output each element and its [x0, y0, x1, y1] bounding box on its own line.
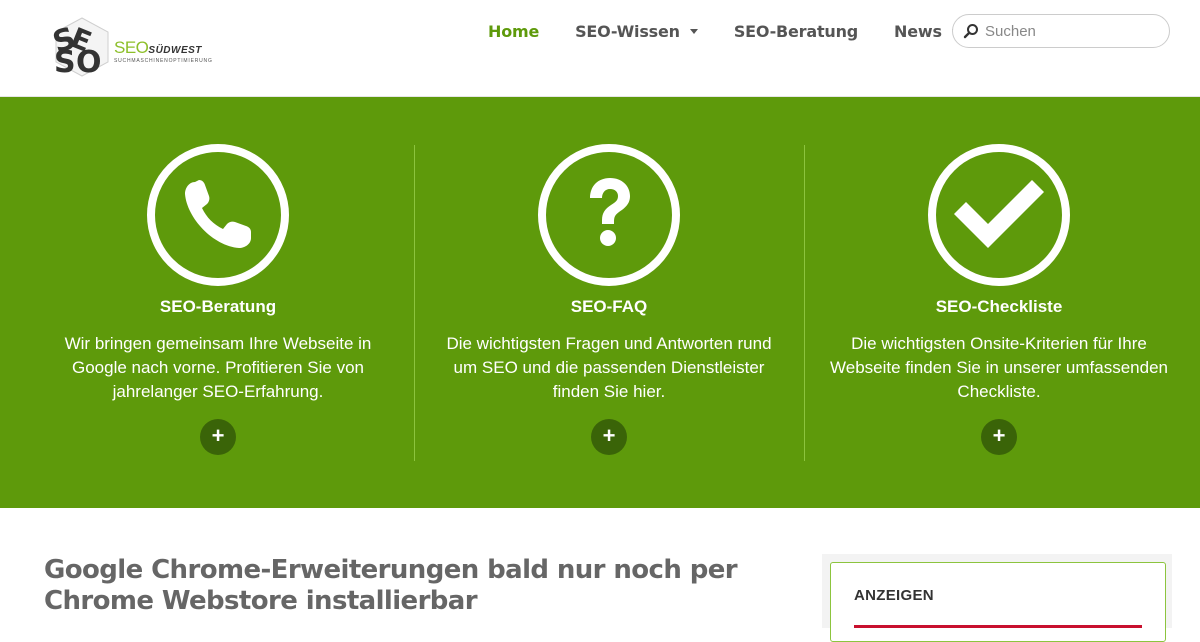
- feature-title: SEO-FAQ: [570, 297, 648, 316]
- phone-glyph: [185, 180, 251, 248]
- search-box: [952, 14, 1170, 48]
- logo-brand: SEOSÜDWEST: [114, 38, 202, 58]
- chevron-down-icon: [689, 29, 698, 34]
- article-title[interactable]: Google Chrome-Erweiterungen bald nur noc…: [44, 555, 764, 617]
- main-navigation: Home SEO-Wissen SEO-Beratung News: [488, 18, 996, 44]
- feature-seo-checkliste: SEO-Checkliste Die wichtigsten Onsite-Kr…: [804, 97, 1194, 508]
- feature-seo-beratung: SEO-Beratung Wir bringen gemeinsam Ihre …: [22, 97, 414, 508]
- question-glyph: [590, 178, 630, 246]
- nav-item-home[interactable]: Home: [488, 22, 539, 41]
- svg-text:O: O: [76, 45, 102, 78]
- site-header: S E S O SEOSÜDWEST SUCHMASCHINENOPTIMIER…: [0, 0, 1200, 97]
- site-logo[interactable]: S E S O SEOSÜDWEST SUCHMASCHINENOPTIMIER…: [48, 10, 218, 80]
- nav-item-seo-beratung[interactable]: SEO-Beratung: [734, 22, 858, 41]
- checkmark-icon[interactable]: [928, 144, 1070, 286]
- ads-widget: ANZEIGEN: [830, 562, 1166, 642]
- feature-title: SEO-Beratung: [159, 297, 277, 316]
- feature-seo-faq: SEO-FAQ Die wichtigsten Fragen und Antwo…: [414, 97, 804, 508]
- search-icon: [963, 24, 978, 39]
- feature-text: Die wichtigsten Fragen und Antworten run…: [446, 334, 772, 401]
- nav-item-news[interactable]: News: [894, 22, 960, 41]
- feature-text: Die wichtigsten Onsite-Kriterien für Ihr…: [830, 334, 1168, 401]
- check-glyph: [954, 180, 1044, 248]
- feature-title: SEO-Checkliste: [935, 297, 1063, 316]
- phone-icon[interactable]: [147, 144, 289, 286]
- nav-item-label: SEO-Wissen: [575, 21, 680, 41]
- feature-text: Wir bringen gemeinsam Ihre Webseite in G…: [64, 334, 372, 401]
- logo-mark-icon: S E S O: [49, 17, 109, 80]
- feature-band: SEO-Beratung Wir bringen gemeinsam Ihre …: [0, 97, 1200, 508]
- logo-brand-accent: SÜDWEST: [148, 45, 202, 56]
- search-input[interactable]: [985, 22, 1165, 40]
- nav-item-label: News: [894, 21, 942, 41]
- nav-item-seo-wissen[interactable]: SEO-Wissen: [575, 22, 698, 41]
- logo-brand-main: SEO: [114, 38, 149, 57]
- feature-expand-button[interactable]: +: [981, 419, 1017, 455]
- svg-text:S: S: [54, 45, 76, 78]
- feature-expand-button[interactable]: +: [591, 419, 627, 455]
- ads-widget-title: ANZEIGEN: [854, 587, 934, 604]
- nav-item-label: SEO-Beratung: [733, 21, 859, 41]
- logo-tagline: SUCHMASCHINENOPTIMIERUNG: [114, 58, 213, 64]
- feature-expand-button[interactable]: +: [200, 419, 236, 455]
- question-mark-icon[interactable]: [538, 144, 680, 286]
- nav-item-label: Home: [488, 21, 540, 41]
